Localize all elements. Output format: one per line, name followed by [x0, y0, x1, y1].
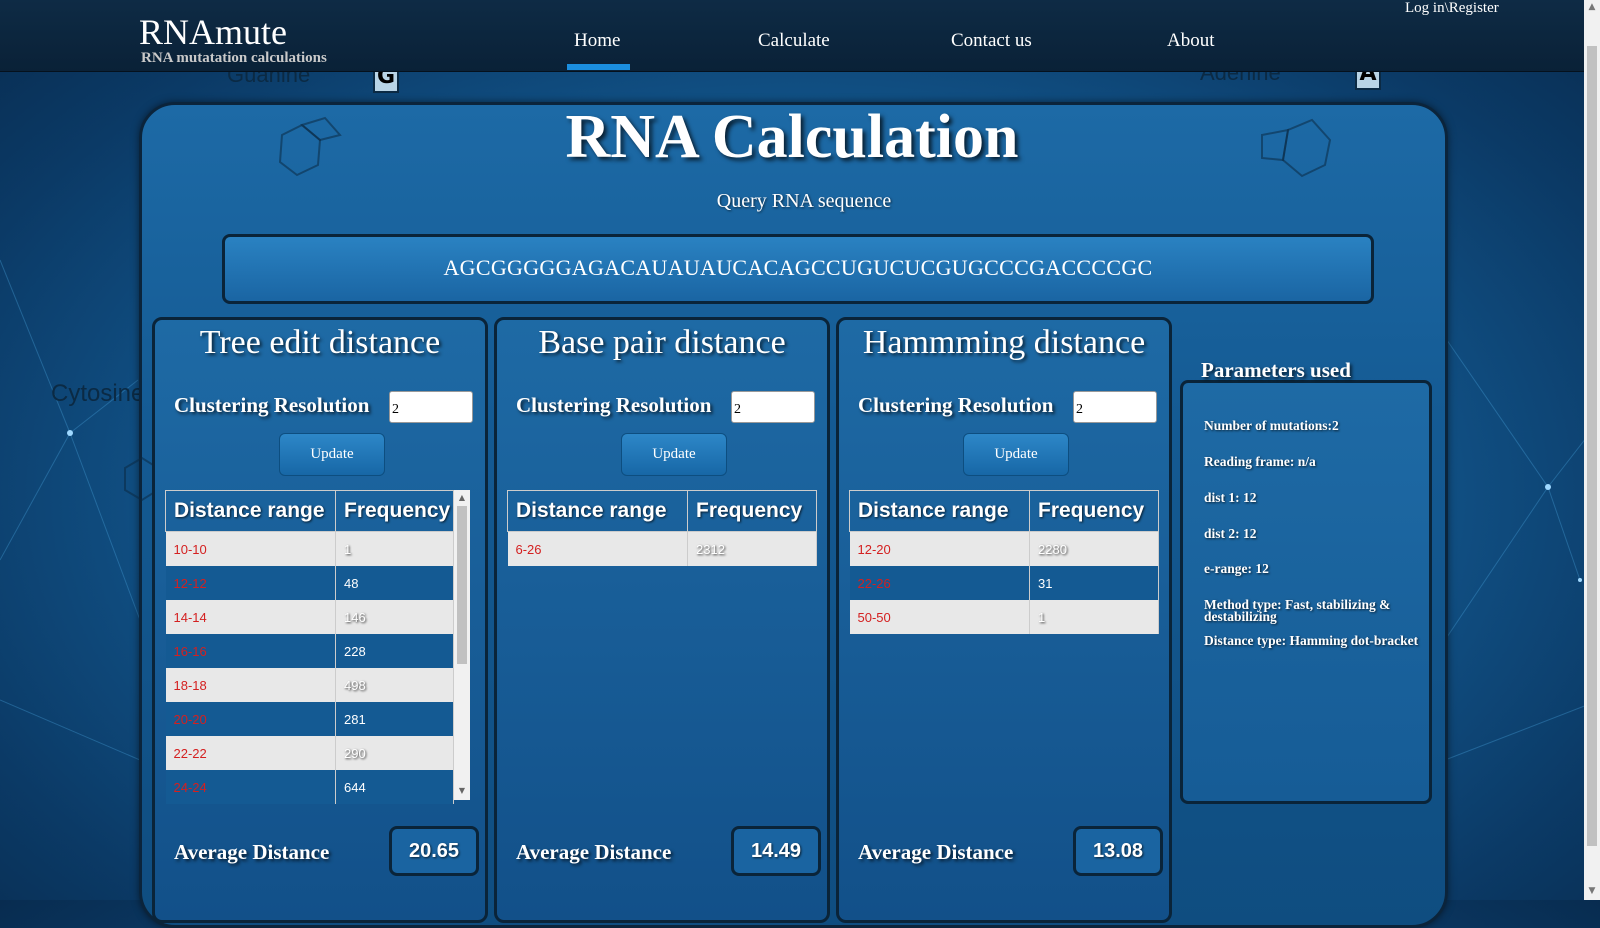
update-button[interactable]: Update [279, 433, 385, 476]
scroll-up-icon[interactable]: ▲ [457, 493, 467, 503]
range-cell: 12-12 [165, 566, 336, 600]
clustering-resolution-input[interactable] [1073, 391, 1157, 423]
frequency-cell: 644 [335, 770, 454, 804]
parameters-title: Parameters used [1201, 358, 1351, 382]
base-pair-distance-panel: Base pair distance Clustering Resolution… [494, 317, 830, 923]
frequency-cell: 146 [335, 600, 454, 634]
scrollbar-thumb[interactable] [1587, 46, 1597, 846]
average-distance-label: Average Distance [858, 840, 1014, 864]
parameters-panel: Number of mutations:2 Reading frame: n/a… [1180, 380, 1432, 804]
range-cell: 14-14 [165, 600, 336, 634]
clustering-resolution-label: Clustering Resolution [174, 393, 370, 417]
average-distance-label: Average Distance [516, 840, 672, 864]
frequency-cell: 1 [1029, 600, 1159, 634]
distance-table: Distance range Frequency 6-26 2312 [507, 490, 817, 566]
frequency-cell: 2280 [1029, 531, 1159, 566]
table-row: 50-50 1 [849, 600, 1159, 634]
frequency-cell: 1 [335, 531, 454, 566]
query-sequence-label: Query RNA sequence [716, 190, 892, 212]
param-method-type: Method type: Fast, stabilizing & destabi… [1204, 597, 1391, 624]
clustering-resolution-label: Clustering Resolution [516, 393, 712, 417]
range-cell: 18-18 [165, 668, 336, 702]
table-row: 18-18 498 [165, 668, 454, 702]
distance-table: Distance range Frequency 12-20 2280 22-26 3… [849, 490, 1159, 634]
table-row: 20-20 281 [165, 702, 454, 736]
brand-logo[interactable]: RNAmute [139, 14, 287, 50]
column-header-distance-range: Distance range [849, 490, 1030, 532]
param-number-of-mutations: Number of mutations:2 [1204, 418, 1339, 433]
table-row: 10-10 1 [165, 531, 454, 566]
nav-about[interactable]: About [1167, 30, 1215, 52]
table-row: 12-20 2280 [849, 531, 1159, 566]
panel-title: Hammming distance [862, 324, 1146, 361]
frequency-cell: 281 [335, 702, 454, 736]
scroll-up-icon[interactable]: ▲ [1587, 2, 1597, 12]
column-header-frequency: Frequency [687, 490, 817, 532]
frequency-cell: 2312 [687, 531, 817, 566]
average-distance-value: 20.65 [389, 826, 479, 876]
column-header-distance-range: Distance range [507, 490, 688, 532]
param-distance-type: Distance type: Hamming dot-bracket [1204, 633, 1419, 648]
table-scrollbar-thumb[interactable] [457, 506, 467, 664]
param-e-range: e-range: 12 [1204, 561, 1269, 576]
rna-sequence-display: AGCGGGGGAGACAUAUAUCACAGCCUGUCUCGUGCCCGAC… [222, 234, 1374, 304]
nav-home[interactable]: Home [574, 30, 620, 52]
table-row: 6-26 2312 [507, 531, 817, 566]
range-cell: 22-26 [849, 566, 1030, 600]
page-scrollbar[interactable]: ▲ ▼ [1584, 0, 1600, 900]
range-cell: 16-16 [165, 634, 336, 668]
panel-title: Base pair distance [538, 324, 786, 361]
range-cell: 6-26 [507, 531, 688, 566]
column-header-frequency: Frequency [1029, 490, 1159, 532]
panel-title: Tree edit distance [199, 324, 441, 361]
top-navbar: RNAmute RNA mutatation calculations Home… [0, 0, 1584, 72]
param-reading-frame: Reading frame: n/a [1204, 454, 1316, 469]
table-row: 12-12 48 [165, 566, 454, 600]
frequency-cell: 498 [335, 668, 454, 702]
hamming-distance-panel: Hammming distance Clustering Resolution … [836, 317, 1172, 923]
tree-edit-distance-panel: Tree edit distance Clustering Resolution… [152, 317, 488, 923]
table-scrollbar[interactable]: ▲ ▼ [454, 490, 470, 800]
scroll-down-icon[interactable]: ▼ [457, 786, 467, 796]
range-cell: 24-24 [165, 770, 336, 804]
table-row: 14-14 146 [165, 600, 454, 634]
clustering-resolution-label: Clustering Resolution [858, 393, 1054, 417]
table-row: 16-16 228 [165, 634, 454, 668]
average-distance-label: Average Distance [174, 840, 330, 864]
nav-active-indicator [567, 64, 630, 70]
distance-table: Distance range Frequency 10-10 1 12-12 48 1… [165, 490, 454, 804]
average-distance-value: 14.49 [731, 826, 821, 876]
update-button[interactable]: Update [963, 433, 1069, 476]
frequency-cell: 290 [335, 736, 454, 770]
frequency-cell: 228 [335, 634, 454, 668]
update-button[interactable]: Update [621, 433, 727, 476]
nav-contact-us[interactable]: Contact us [951, 30, 1032, 52]
range-cell: 50-50 [849, 600, 1030, 634]
range-cell: 20-20 [165, 702, 336, 736]
range-cell: 12-20 [849, 531, 1030, 566]
average-distance-value: 13.08 [1073, 826, 1163, 876]
param-dist-2: dist 2: 12 [1204, 526, 1257, 541]
brand-tagline: RNA mutatation calculations [141, 50, 327, 66]
nav-calculate[interactable]: Calculate [758, 30, 830, 52]
frequency-cell: 31 [1029, 566, 1159, 600]
column-header-frequency: Frequency [335, 490, 454, 532]
param-dist-1: dist 1: 12 [1204, 490, 1257, 505]
login-register-link[interactable]: Log in\Register [1405, 0, 1499, 17]
clustering-resolution-input[interactable] [389, 391, 473, 423]
table-row: 22-22 290 [165, 736, 454, 770]
range-cell: 22-22 [165, 736, 336, 770]
frequency-cell: 48 [335, 566, 454, 600]
page-title: RNA Calculation [565, 103, 1019, 171]
scroll-down-icon[interactable]: ▼ [1587, 886, 1597, 896]
table-row: 22-26 31 [849, 566, 1159, 600]
table-row: 24-24 644 [165, 770, 454, 804]
range-cell: 10-10 [165, 531, 336, 566]
column-header-distance-range: Distance range [165, 490, 336, 532]
clustering-resolution-input[interactable] [731, 391, 815, 423]
